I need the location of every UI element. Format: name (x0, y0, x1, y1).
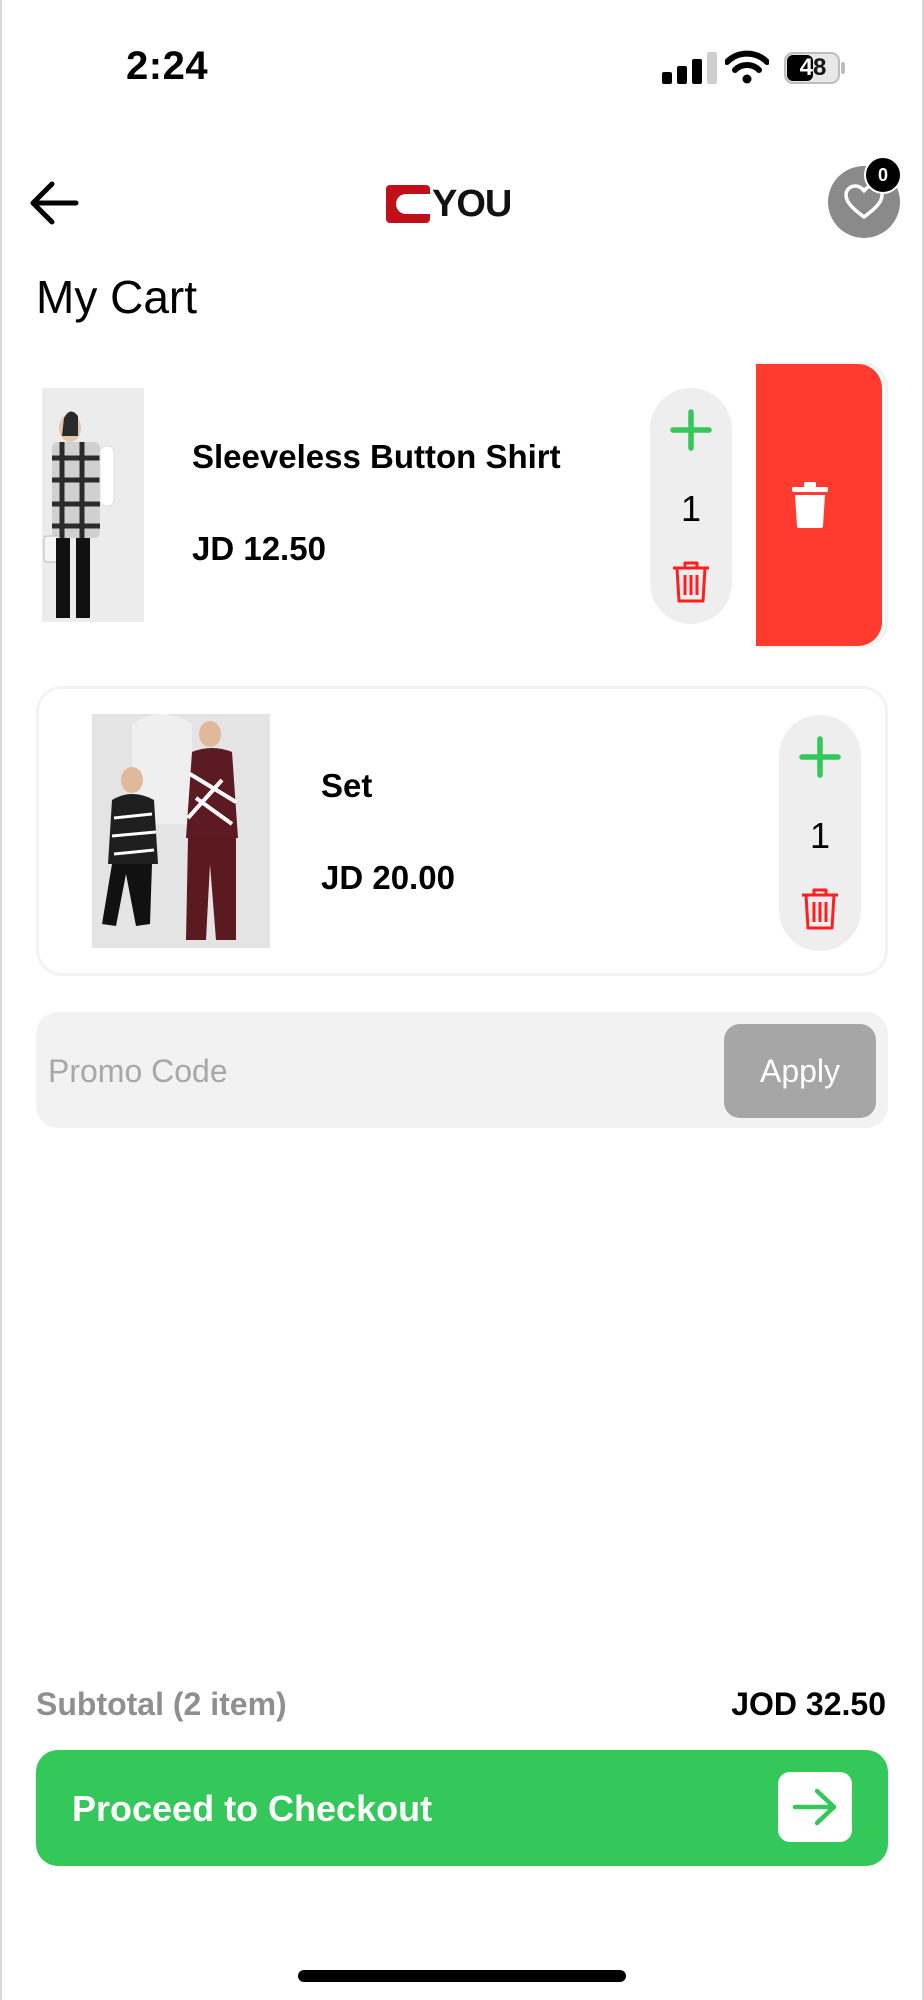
battery-level: 48 (799, 54, 827, 81)
product-price: JD 12.50 (192, 530, 326, 567)
favorites-count-badge: 0 (864, 156, 902, 194)
plus-icon[interactable] (661, 400, 721, 460)
product-name: Set (321, 767, 373, 804)
status-time: 2:24 (126, 44, 209, 88)
quantity-stepper: 1 (650, 388, 732, 624)
promo-code-input[interactable] (46, 1026, 710, 1116)
plus-icon[interactable] (790, 727, 850, 787)
quantity-value: 1 (680, 488, 702, 529)
arrow-right-icon (778, 1772, 852, 1842)
product-name: Sleeveless Button Shirt (192, 438, 561, 475)
arrow-left-icon[interactable] (28, 180, 80, 226)
wifi-icon (725, 50, 769, 84)
battery-icon: 48 (784, 52, 846, 84)
trash-icon[interactable] (800, 887, 840, 931)
product-image (42, 388, 144, 622)
checkout-label: Proceed to Checkout (72, 1788, 433, 1829)
trash-icon[interactable] (671, 560, 711, 604)
brand-logo: YOU (386, 182, 512, 225)
page-title: My Cart (36, 271, 197, 323)
cart-item-1[interactable]: Sleeveless Button Shirt JD 12.50 1 (36, 362, 756, 648)
quantity-stepper: 1 (779, 715, 861, 951)
cart-item-2[interactable]: Set JD 20.00 1 (36, 686, 888, 976)
cellular-signal-icon (662, 52, 717, 84)
quantity-value: 1 (809, 815, 831, 856)
product-price: JD 20.00 (321, 859, 455, 896)
apply-button[interactable]: Apply (724, 1024, 876, 1118)
home-indicator[interactable] (298, 1970, 626, 1982)
subtotal-label: Subtotal (2 item) (36, 1686, 287, 1722)
logo-mark (386, 185, 430, 223)
trash-icon (792, 482, 828, 528)
product-image (92, 714, 270, 948)
logo-text: YOU (432, 182, 512, 225)
subtotal-value: JOD 32.50 (731, 1686, 886, 1722)
